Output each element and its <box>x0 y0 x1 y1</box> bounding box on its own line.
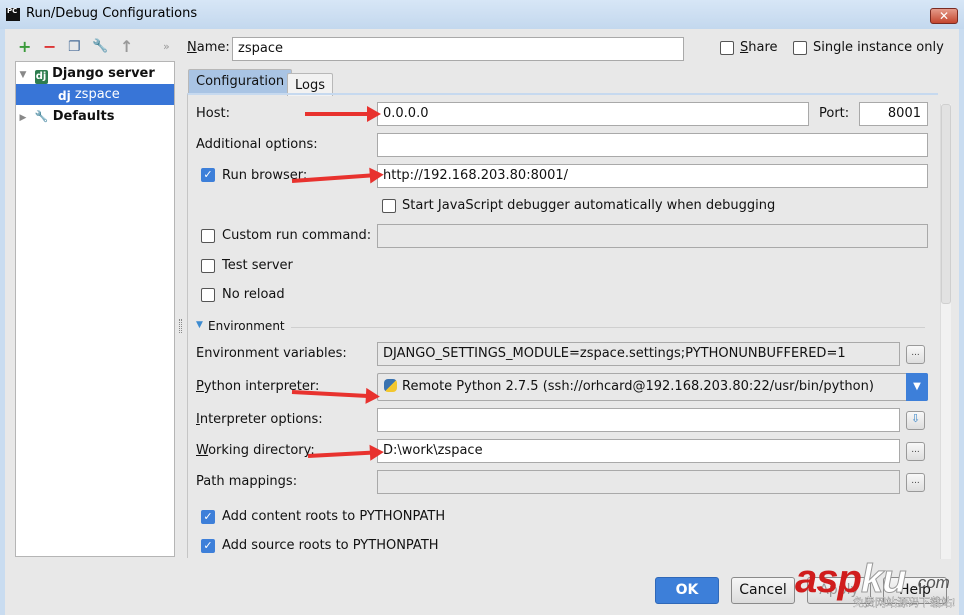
content-roots-checkbox[interactable]: ✓ <box>201 510 215 524</box>
env-vars-label: Environment variables: <box>196 346 347 361</box>
name-input[interactable]: zspace <box>232 37 684 61</box>
ok-button[interactable]: OK <box>655 577 719 604</box>
source-roots-label: Add source roots to PYTHONPATH <box>222 538 439 553</box>
vertical-scrollbar[interactable] <box>940 104 951 559</box>
window-title: Run/Debug Configurations <box>26 6 198 21</box>
watermark-logo: aspku .com 免费网站源码下载站! <box>795 557 956 610</box>
more-icon[interactable]: » <box>163 39 170 55</box>
path-mappings-label: Path mappings: <box>196 474 298 489</box>
tree-item-defaults[interactable]: ▶ 🔧 Defaults <box>16 106 174 127</box>
wrench-icon[interactable]: 🔧 <box>92 39 108 55</box>
source-roots-checkbox[interactable]: ✓ <box>201 539 215 553</box>
working-directory-browse-button[interactable]: ... <box>906 442 925 461</box>
python-interpreter-select[interactable]: Remote Python 2.7.5 (ssh://orhcard@192.1… <box>377 373 928 401</box>
custom-run-input[interactable] <box>377 224 928 248</box>
working-directory-label: Working directory: <box>196 443 315 458</box>
no-reload-checkbox[interactable] <box>201 288 215 302</box>
add-icon[interactable]: + <box>18 39 31 55</box>
expand-field-icon[interactable]: ⇩ <box>906 411 925 430</box>
custom-run-label: Custom run command: <box>222 228 372 243</box>
working-directory-input[interactable]: D:\work\zspace <box>377 439 900 463</box>
tree-item-label: Defaults <box>52 109 115 124</box>
interpreter-options-input[interactable] <box>377 408 900 432</box>
path-mappings-browse-button[interactable]: ... <box>906 473 925 492</box>
additional-options-input[interactable] <box>377 133 928 157</box>
tree-item-zspace[interactable]: dj zspace <box>16 84 174 105</box>
scrollbar-thumb[interactable] <box>941 104 951 304</box>
dropdown-arrow-icon[interactable]: ▼ <box>906 373 928 401</box>
additional-options-label: Additional options: <box>196 137 318 152</box>
move-up-icon[interactable]: ↑ <box>120 39 133 55</box>
run-browser-url-input[interactable]: http://192.168.203.80:8001/ <box>377 164 928 188</box>
dialog-body: + − ❐ 🔧 ↑ » ▼ dj Django server dj zspace… <box>5 29 959 615</box>
port-label: Port: <box>819 106 850 121</box>
tab-configuration[interactable]: Configuration <box>188 69 293 94</box>
port-input[interactable]: 8001 <box>859 102 928 126</box>
close-button[interactable]: ✕ <box>930 8 958 24</box>
pycharm-app-icon: PC <box>6 8 20 21</box>
tree-item-label: zspace <box>74 87 120 102</box>
single-instance-label: Single instance only <box>813 40 944 55</box>
test-server-label: Test server <box>222 258 293 273</box>
content-roots-label: Add content roots to PYTHONPATH <box>222 509 446 524</box>
python-icon <box>384 379 397 392</box>
name-label: Name: <box>187 40 230 55</box>
section-divider <box>291 327 925 328</box>
interpreter-options-label: Interpreter options: <box>196 412 323 427</box>
single-instance-checkbox[interactable] <box>793 41 807 55</box>
env-vars-input[interactable]: DJANGO_SETTINGS_MODULE=zspace.settings;P… <box>377 342 900 366</box>
host-input[interactable]: 0.0.0.0 <box>377 102 809 126</box>
annotation-arrow-host <box>305 106 381 122</box>
copy-icon[interactable]: ❐ <box>68 39 81 55</box>
configuration-tree: ▼ dj Django server dj zspace ▶ 🔧 Default… <box>15 61 175 557</box>
tree-item-django-server[interactable]: ▼ dj Django server <box>16 63 174 84</box>
test-server-checkbox[interactable] <box>201 259 215 273</box>
expand-arrow-icon[interactable]: ▼ <box>16 65 30 86</box>
remove-icon[interactable]: − <box>43 39 56 55</box>
tree-item-label: Django server <box>52 66 155 81</box>
collapse-arrow-icon[interactable]: ▶ <box>16 108 30 129</box>
environment-section-label: Environment <box>208 319 285 333</box>
no-reload-label: No reload <box>222 287 285 302</box>
wrench-icon: 🔧 <box>34 110 49 123</box>
django-icon: dj <box>34 70 48 84</box>
host-label: Host: <box>196 106 230 121</box>
run-browser-checkbox[interactable]: ✓ <box>201 168 215 182</box>
cancel-button[interactable]: Cancel <box>731 577 795 604</box>
custom-run-checkbox[interactable] <box>201 229 215 243</box>
env-vars-browse-button[interactable]: ... <box>906 345 925 364</box>
section-collapse-icon[interactable]: ▼ <box>196 320 203 330</box>
path-mappings-input[interactable] <box>377 470 900 494</box>
splitter-handle[interactable] <box>179 319 182 333</box>
share-checkbox[interactable] <box>720 41 734 55</box>
share-label: Share <box>740 40 778 55</box>
django-icon: dj <box>58 89 71 103</box>
js-debugger-checkbox[interactable] <box>382 199 396 213</box>
title-bar: PC Run/Debug Configurations ✕ <box>0 0 964 29</box>
js-debugger-label: Start JavaScript debugger automatically … <box>402 198 776 213</box>
